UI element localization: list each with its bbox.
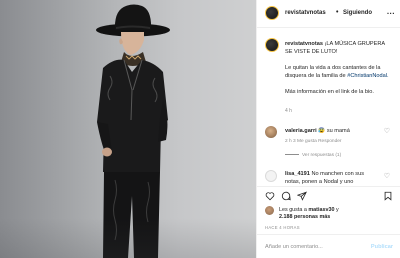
post-timestamp[interactable]: HACE 4 HORAS	[265, 225, 300, 230]
comment-username[interactable]: valeria.garri	[285, 128, 317, 134]
comment-icon[interactable]	[281, 191, 291, 201]
comment-emoji: 😰	[318, 128, 326, 134]
caption-hashtag[interactable]: #ChristianNodal.	[347, 73, 388, 79]
comment-like-heart-icon[interactable]: ♡	[384, 127, 390, 135]
replies-divider	[285, 154, 299, 156]
bookmark-icon[interactable]	[383, 191, 393, 201]
caption-username[interactable]: revistatvnotas	[285, 41, 323, 47]
comment-text: lisa_4191 No manchen con sus notas, pone…	[285, 171, 380, 186]
publish-button[interactable]: Publicar	[371, 244, 393, 250]
comment-username[interactable]: lisa_4191	[285, 171, 310, 177]
caption-author-avatar[interactable]	[265, 38, 279, 52]
liker-avatar[interactable]	[265, 206, 274, 215]
author-username[interactable]: revistatvnotas	[285, 10, 326, 16]
comment-text: valeria.garri 😰 su mamá	[285, 128, 350, 134]
following-button[interactable]: Siguiendo	[343, 10, 372, 16]
comment-like-heart-icon[interactable]: ♡	[384, 172, 390, 180]
comment-body: su mamá	[326, 128, 350, 134]
likes-suffix: y	[335, 207, 339, 213]
author-avatar[interactable]	[265, 6, 279, 20]
heart-icon[interactable]	[265, 191, 275, 201]
caption-more-info: Más información en el link de la bio.	[285, 89, 374, 95]
more-options-icon[interactable]: ...	[387, 7, 395, 16]
post-photo[interactable]	[0, 0, 256, 258]
comment-meta[interactable]: 2 h 3 Me gusta Responder	[285, 139, 342, 144]
post-header: revistatvnotas • Siguiendo ...	[257, 0, 400, 28]
photo-floor-shadow	[0, 218, 256, 258]
comment-composer: Añade un comentario... Publicar	[257, 234, 400, 258]
liker-avatar-group[interactable]	[265, 206, 274, 215]
liker-username[interactable]: matiasv30	[308, 207, 334, 213]
comment-input[interactable]: Añade un comentario...	[265, 244, 323, 250]
likes-prefix: Les gusta a	[279, 207, 307, 213]
post-actions-bar	[257, 186, 400, 204]
commenter-avatar[interactable]	[265, 126, 277, 138]
likes-count-link[interactable]: 2.188 personas más	[279, 214, 330, 220]
caption-age: 4 h	[285, 108, 292, 114]
caption-text: revistatvnotas ¡LA MÚSICA GRUPERA SE VIS…	[285, 40, 393, 96]
view-replies-label: Ver respuestas (1)	[302, 153, 342, 158]
post-sidebar: revistatvnotas • Siguiendo ... revistatv…	[256, 0, 400, 258]
share-icon[interactable]	[297, 191, 307, 201]
likes-summary: Les gusta a matiasv30 y	[279, 207, 339, 213]
commenter-avatar[interactable]	[265, 170, 277, 182]
view-replies-link[interactable]: Ver respuestas (1)	[285, 153, 341, 158]
separator-dot: •	[336, 9, 339, 16]
